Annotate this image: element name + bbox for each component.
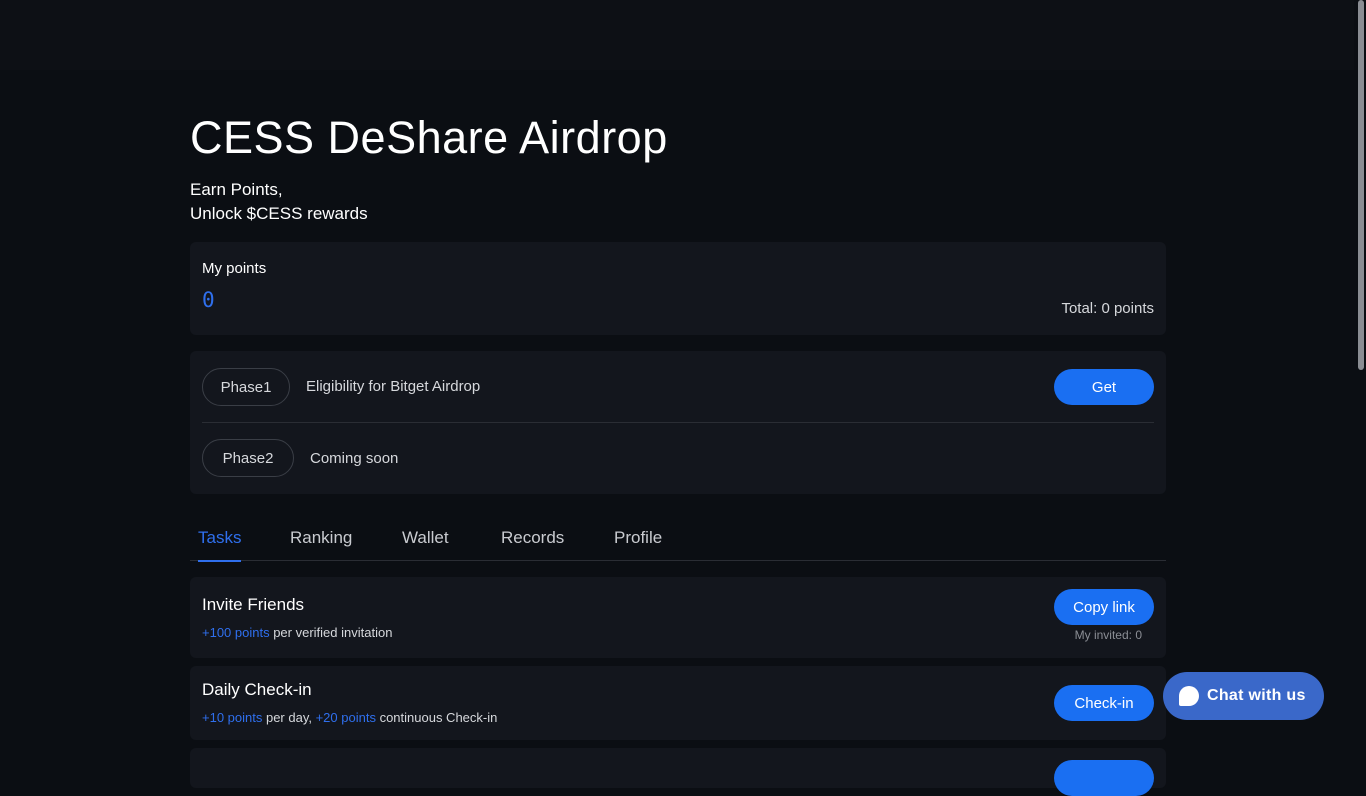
scrollbar[interactable] xyxy=(1354,0,1366,768)
tab-tasks[interactable]: Tasks xyxy=(198,528,242,562)
phase2-pill: Phase2 xyxy=(202,439,294,477)
task-invite-friends: Invite Friends +100 points per verified … xyxy=(190,577,1166,658)
tab-bar: Tasks Ranking Wallet Records Profile xyxy=(190,520,1166,562)
points-reward-continuous: +20 points xyxy=(315,710,376,725)
points-label: My points xyxy=(202,260,267,277)
chat-with-us-button[interactable]: Chat with us xyxy=(1163,672,1324,720)
phases-card: Phase1 Eligibility for Bitget Airdrop Ge… xyxy=(190,351,1166,494)
description-text: continuous Check-in xyxy=(375,710,498,725)
copy-link-button[interactable]: Copy link xyxy=(1054,589,1154,625)
task-title: Daily Check-in xyxy=(202,680,312,699)
invited-count: My invited: 0 xyxy=(1074,628,1142,642)
get-button[interactable]: Get xyxy=(1054,369,1154,405)
points-reward: +100 points xyxy=(202,625,270,640)
task-title: Invite Friends xyxy=(202,595,305,614)
points-reward: +10 points xyxy=(202,710,263,725)
points-card: My points 0 Total: 0 points xyxy=(190,242,1166,335)
phase-divider xyxy=(202,422,1154,423)
task-description: +10 points per day, +20 points continuou… xyxy=(202,710,497,725)
top-header-bar xyxy=(0,0,1354,70)
points-value: 0 xyxy=(202,288,215,312)
task-daily-checkin: Daily Check-in +10 points per day, +20 p… xyxy=(190,666,1166,740)
task-card-partial xyxy=(190,748,1166,796)
phase1-pill: Phase1 xyxy=(202,368,290,406)
subtitle-line-2: Unlock $CESS rewards xyxy=(190,204,368,223)
check-in-button[interactable]: Check-in xyxy=(1054,685,1154,721)
tab-records[interactable]: Records xyxy=(501,528,564,560)
tab-profile[interactable]: Profile xyxy=(614,528,662,560)
description-text: per verified invitation xyxy=(269,625,393,640)
phase1-text: Eligibility for Bitget Airdrop xyxy=(306,378,481,395)
chat-label: Chat with us xyxy=(1207,687,1306,704)
task-action-button[interactable] xyxy=(1054,760,1154,796)
tab-ranking[interactable]: Ranking xyxy=(290,528,352,560)
chat-bubble-icon xyxy=(1179,686,1199,706)
page-title: CESS DeShare Airdrop xyxy=(190,112,668,163)
description-text: per day, xyxy=(262,710,316,725)
scrollbar-thumb[interactable] xyxy=(1358,0,1364,370)
phase2-text: Coming soon xyxy=(310,450,399,467)
tab-wallet[interactable]: Wallet xyxy=(402,528,449,560)
task-description: +100 points per verified invitation xyxy=(202,625,392,640)
subtitle-line-1: Earn Points, xyxy=(190,180,283,199)
points-total: Total: 0 points xyxy=(1061,300,1154,317)
